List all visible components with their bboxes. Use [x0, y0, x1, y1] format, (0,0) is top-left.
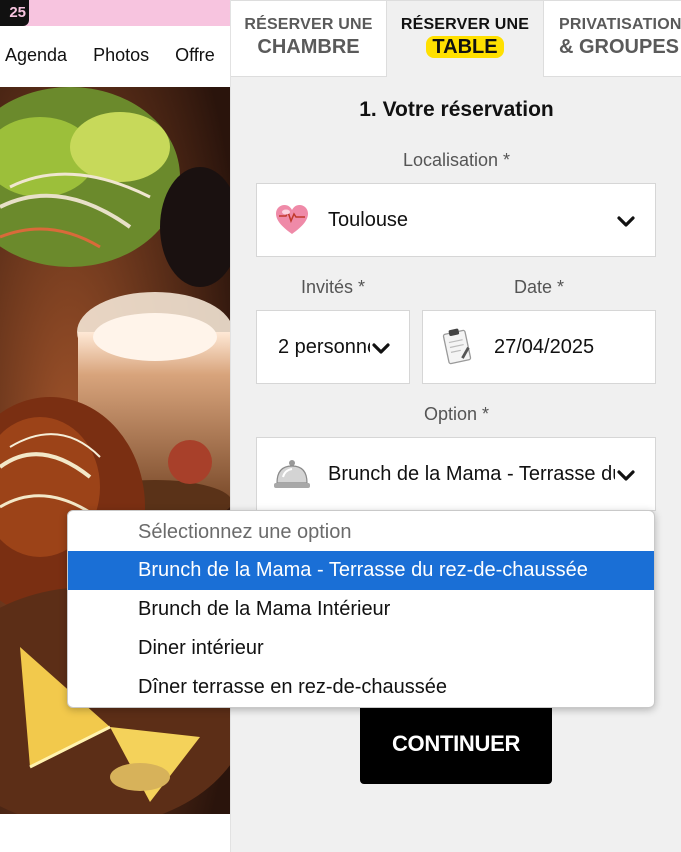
continue-button[interactable]: CONTINUER	[360, 703, 552, 784]
tab-privatisation-line1: PRIVATISATION	[559, 16, 681, 33]
nav-link-offre[interactable]: Offre	[175, 45, 215, 66]
tab-privatisation-line2: & GROUPES	[559, 36, 680, 58]
site-nav: Agenda Photos Offre	[0, 26, 230, 84]
booking-panel: RÉSERVER UNE CHAMBRE RÉSERVER UNE TABLE …	[230, 0, 681, 852]
location-value: Toulouse	[328, 208, 409, 231]
date-field[interactable]: 27/04/2025	[422, 310, 656, 384]
tab-book-room-line2: CHAMBRE	[257, 36, 360, 58]
step-title: 1. Votre réservation	[359, 98, 554, 121]
tab-privatisation-groups[interactable]: PRIVATISATION & GROUPES	[543, 0, 681, 77]
date-value: 27/04/2025	[494, 335, 595, 358]
clipboard-icon	[441, 327, 473, 372]
service-bell-icon	[273, 457, 311, 496]
dropdown-option[interactable]: Brunch de la Mama Intérieur	[68, 590, 654, 629]
dropdown-option[interactable]: Diner intérieur	[68, 629, 654, 668]
tab-book-table-line1: RÉSERVER UNE	[400, 16, 530, 33]
tab-book-table-line2-wrap: TABLE	[387, 36, 543, 59]
dropdown-option[interactable]: Dîner terrasse en rez-de-chaussée	[68, 668, 654, 707]
chevron-down-icon	[617, 216, 635, 227]
option-select[interactable]: Brunch de la Mama - Terrasse du rez-de-c…	[256, 437, 656, 511]
dropdown-placeholder: Sélectionnez une option	[138, 521, 352, 543]
logo-badge: 25	[0, 0, 29, 26]
chevron-down-icon	[617, 470, 635, 481]
tab-book-room[interactable]: RÉSERVER UNE CHAMBRE	[231, 0, 387, 77]
option-value: Brunch de la Mama - Terrasse du rez-de-c…	[328, 462, 615, 485]
tab-book-room-line1: RÉSERVER UNE	[244, 16, 373, 33]
website-background: 25 Agenda Photos Offre	[0, 0, 230, 852]
option-dropdown-list: Sélectionnez une option Brunch de la Mam…	[67, 510, 655, 708]
tab-book-table[interactable]: RÉSERVER UNE TABLE	[387, 0, 543, 77]
guests-select[interactable]: 2 personnes	[256, 310, 410, 384]
tab-book-table-line2: TABLE	[426, 36, 504, 58]
option-label: Option *	[423, 404, 490, 424]
date-label: Date *	[513, 277, 565, 297]
heart-icon	[275, 203, 309, 242]
nav-link-photos[interactable]: Photos	[93, 45, 149, 66]
guests-label: Invités *	[300, 277, 366, 297]
chevron-down-icon	[372, 343, 390, 354]
guests-value: 2 personnes	[278, 335, 370, 358]
top-banner	[0, 0, 230, 26]
location-select[interactable]: Toulouse	[256, 183, 656, 257]
nav-link-agenda[interactable]: Agenda	[5, 45, 67, 66]
location-label: Localisation *	[402, 150, 511, 170]
dropdown-option[interactable]: Brunch de la Mama - Terrasse du rez-de-c…	[68, 551, 654, 590]
